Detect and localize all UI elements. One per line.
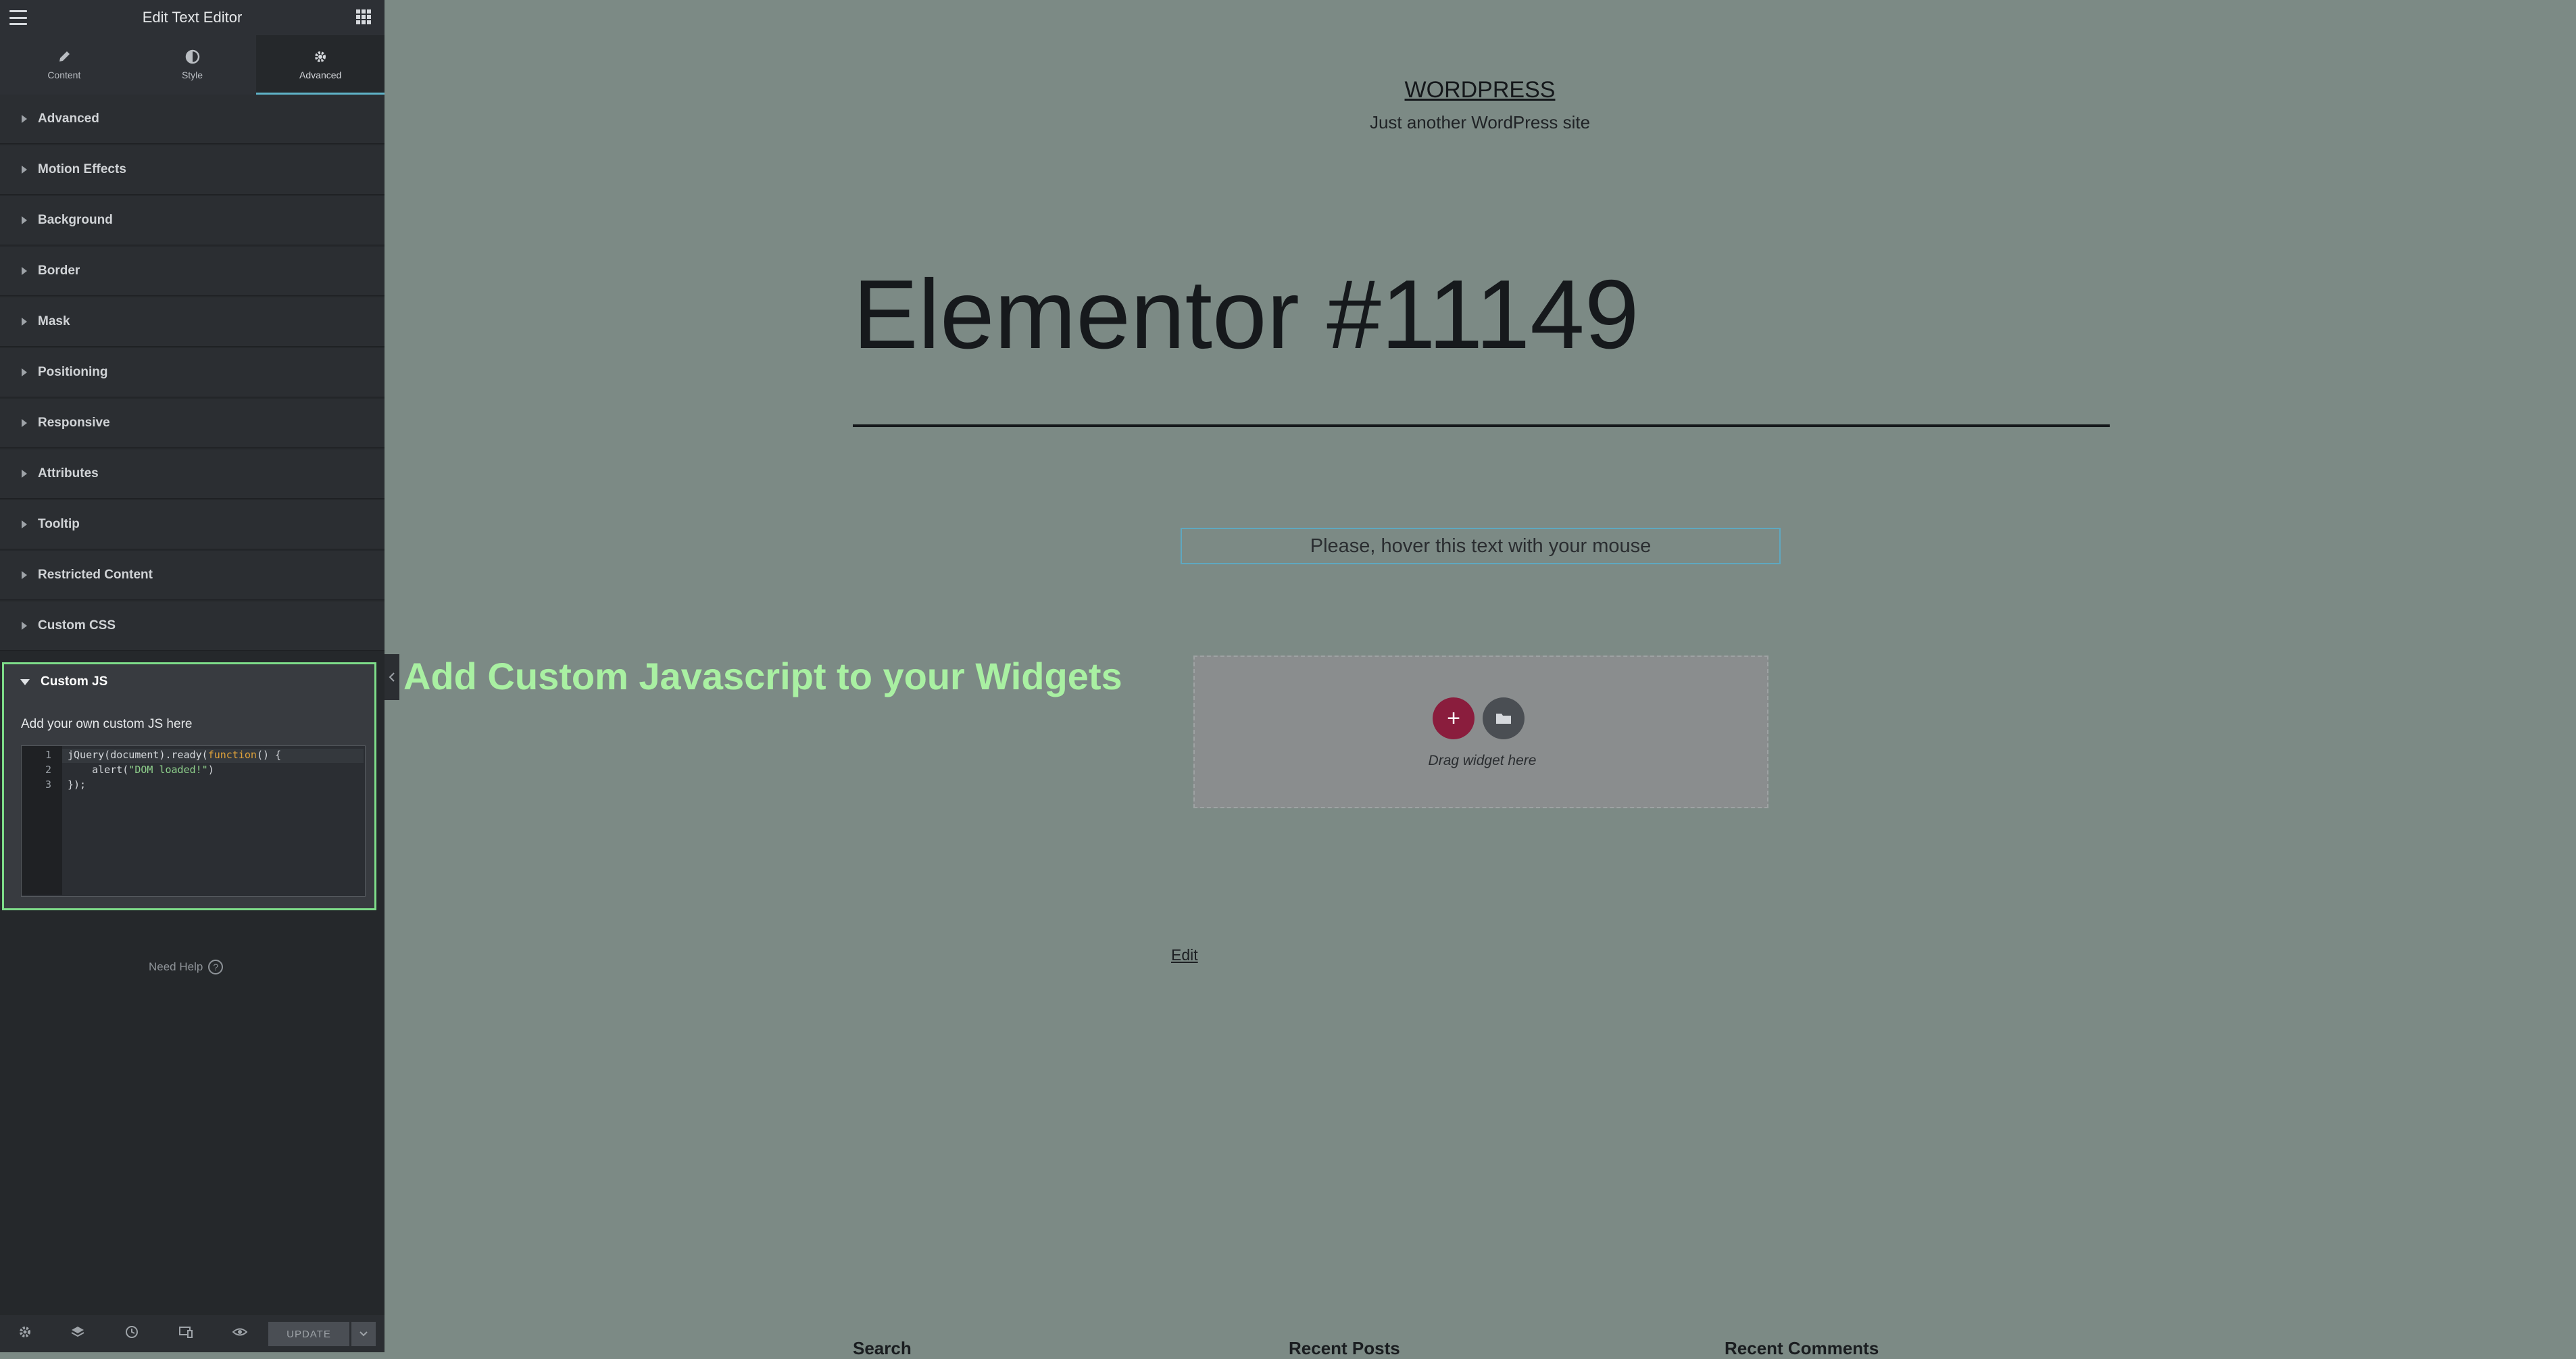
footer-widget-search: Search [853, 1338, 912, 1358]
section-label: Restricted Content [38, 568, 153, 582]
chevron-left-icon [389, 672, 395, 682]
section-label: Attributes [38, 466, 99, 480]
help-icon: ? [208, 960, 224, 974]
page-title: Elementor #11149 [853, 260, 1639, 369]
code-editor[interactable]: 1 2 3 jQuery(document).ready(function() … [21, 745, 366, 897]
panel-tabs: Content Style Advanced [0, 35, 385, 95]
code-text: ) [207, 764, 214, 776]
custom-js-description: Add your own custom JS here [21, 717, 193, 731]
section-custom-css[interactable]: Custom CSS [0, 601, 385, 651]
section-restricted-content[interactable]: Restricted Content [0, 551, 385, 600]
preview-eye-icon[interactable] [232, 1325, 248, 1339]
history-icon[interactable] [124, 1325, 139, 1339]
code-line: jQuery(document).ready(function() { [68, 749, 281, 761]
edit-link[interactable]: Edit [1171, 946, 1198, 964]
section-list: Advanced Motion Effects Background Borde… [0, 95, 385, 652]
section-label: Motion Effects [38, 162, 126, 176]
caret-down-icon [20, 678, 30, 685]
section-label: Responsive [38, 416, 110, 430]
code-text: jQuery(document).ready( [68, 749, 208, 761]
caret-right-icon [22, 166, 27, 174]
tab-style-label: Style [181, 69, 203, 80]
section-label: Advanced [38, 112, 99, 126]
custom-js-header[interactable]: Custom JS [4, 664, 374, 699]
panel-title: Edit Text Editor [142, 9, 243, 26]
section-label: Background [38, 213, 113, 227]
line-number: 2 [45, 764, 51, 776]
code-string: "DOM loaded!" [128, 764, 208, 776]
editor-panel: Edit Text Editor Content Style Advanced … [0, 0, 385, 1352]
code-text: () { [256, 749, 282, 761]
code-line: alert("DOM loaded!") [68, 764, 214, 776]
caret-right-icon [22, 115, 27, 123]
code-keyword: function [207, 749, 257, 761]
site-tagline: Just another WordPress site [1369, 112, 1591, 132]
section-label: Positioning [38, 365, 108, 379]
section-label: Mask [38, 314, 70, 328]
footer-widget-recent-comments: Recent Comments [1725, 1338, 1879, 1358]
pencil-icon [55, 48, 73, 66]
tab-advanced-label: Advanced [299, 69, 342, 80]
site-title[interactable]: WORDPRESS [1318, 77, 1642, 103]
section-label: Custom CSS [38, 618, 116, 633]
drag-widget-hint: Drag widget here [1428, 753, 1537, 768]
caret-right-icon [22, 368, 27, 376]
custom-js-title: Custom JS [41, 674, 108, 689]
section-motion-effects[interactable]: Motion Effects [0, 145, 385, 195]
plus-icon: + [1447, 705, 1460, 731]
section-border[interactable]: Border [0, 247, 385, 296]
add-template-button[interactable] [1483, 697, 1525, 739]
widgets-grid-icon[interactable] [356, 9, 371, 24]
panel-footer: UPDATE [0, 1315, 385, 1352]
half-circle-icon [184, 48, 201, 66]
section-tooltip[interactable]: Tooltip [0, 500, 385, 549]
caret-right-icon [22, 318, 27, 326]
section-background[interactable]: Background [0, 196, 385, 245]
footer-widget-recent-posts: Recent Posts [1289, 1338, 1400, 1358]
line-number: 3 [45, 779, 51, 791]
menu-icon[interactable] [9, 10, 27, 25]
update-button[interactable]: UPDATE [268, 1322, 349, 1346]
section-mask[interactable]: Mask [0, 297, 385, 347]
need-help-link[interactable]: Need Help ? [149, 960, 224, 974]
code-text: alert( [68, 764, 129, 776]
caret-right-icon [22, 520, 27, 528]
settings-icon[interactable] [18, 1325, 32, 1339]
caret-right-icon [22, 571, 27, 579]
panel-header: Edit Text Editor [0, 0, 385, 35]
caret-right-icon [22, 622, 27, 630]
tab-style[interactable]: Style [128, 35, 257, 95]
section-attributes[interactable]: Attributes [0, 449, 385, 499]
line-number: 1 [45, 749, 51, 761]
tab-content-label: Content [47, 69, 81, 80]
layers-icon[interactable] [70, 1325, 85, 1339]
tab-content[interactable]: Content [0, 35, 128, 95]
title-divider [853, 424, 2110, 427]
caret-right-icon [22, 419, 27, 427]
annotation-caption: Add Custom Javascript to your Widgets [403, 655, 1122, 697]
collapse-panel-toggle[interactable] [385, 654, 399, 700]
caret-right-icon [22, 470, 27, 478]
section-advanced[interactable]: Advanced [0, 95, 385, 144]
code-line: }); [68, 779, 86, 791]
update-options-chevron-icon[interactable] [351, 1322, 376, 1346]
tab-advanced[interactable]: Advanced [256, 35, 385, 95]
need-help-label: Need Help [149, 960, 203, 973]
widget-drop-zone[interactable]: + Drag widget here [1193, 656, 1768, 808]
gear-icon [312, 48, 329, 66]
caret-right-icon [22, 267, 27, 275]
responsive-icon[interactable] [178, 1325, 193, 1339]
add-section-button[interactable]: + [1433, 697, 1475, 739]
text-editor-widget[interactable]: Please, hover this text with your mouse [1181, 528, 1781, 564]
section-label: Tooltip [38, 517, 80, 531]
section-label: Border [38, 264, 80, 278]
caret-right-icon [22, 216, 27, 224]
folder-icon [1496, 714, 1511, 724]
section-positioning[interactable]: Positioning [0, 348, 385, 397]
section-responsive[interactable]: Responsive [0, 399, 385, 448]
section-custom-js: Custom JS Add your own custom JS here 1 … [2, 662, 376, 910]
code-text: }); [68, 779, 86, 791]
